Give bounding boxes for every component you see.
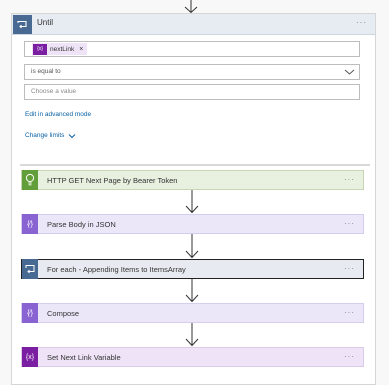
until-title: Until [37, 18, 54, 27]
action-compose[interactable]: {⁄} Compose ··· [21, 303, 364, 323]
connector-arrow [185, 323, 199, 347]
condition-compare-input[interactable]: Choose a value [24, 84, 360, 100]
connector-arrow [185, 190, 199, 214]
compare-placeholder: Choose a value [31, 88, 77, 95]
change-limits-link[interactable]: Change limits [25, 132, 76, 139]
edit-advanced-mode-link[interactable]: Edit in advanced mode [25, 111, 91, 118]
operator-selected: is equal to [31, 68, 61, 75]
compose-braces-icon: {⁄} [22, 303, 38, 323]
action-label: For each - Appending Items to ItemsArray [47, 264, 186, 274]
variable-icon: {x} [22, 347, 38, 367]
action-menu-button[interactable]: ··· [344, 352, 355, 361]
chevron-down-icon [344, 69, 355, 75]
action-http-get[interactable]: HTTP GET Next Page by Bearer Token ··· [21, 170, 364, 190]
action-menu-button[interactable]: ··· [344, 175, 355, 184]
change-limits-label: Change limits [25, 132, 65, 139]
action-menu-button[interactable]: ··· [344, 264, 355, 273]
until-header[interactable]: Until ··· [12, 14, 375, 35]
action-label: Parse Body in JSON [47, 219, 116, 229]
until-menu-button[interactable]: ··· [356, 18, 367, 27]
action-label: Compose [47, 308, 80, 318]
condition-value-field[interactable]: {x} nextLink × [24, 41, 360, 57]
action-menu-button[interactable]: ··· [344, 308, 355, 317]
action-set-variable[interactable]: {x} Set Next Link Variable ··· [21, 347, 364, 367]
connector-arrow [185, 234, 199, 259]
loop-icon [22, 259, 38, 279]
operator-dropdown[interactable]: is equal to [24, 64, 360, 80]
lightbulb-icon [22, 170, 38, 190]
variable-braces-icon: {⁄} [22, 214, 38, 234]
action-menu-button[interactable]: ··· [344, 219, 355, 228]
variable-icon: {x} [33, 43, 47, 55]
action-label: HTTP GET Next Page by Bearer Token [47, 175, 178, 185]
connector-arrow-top [184, 0, 198, 14]
until-loop-card: Until ··· {x} nextLink × is equal to Cho… [11, 13, 376, 385]
loop-icon [13, 15, 32, 34]
action-label: Set Next Link Variable [47, 352, 121, 362]
action-parse-json[interactable]: {⁄} Parse Body in JSON ··· [21, 214, 364, 234]
remove-token-icon[interactable]: × [79, 46, 83, 53]
action-for-each[interactable]: For each - Appending Items to ItemsArray… [21, 259, 364, 279]
connector-arrow [185, 279, 199, 303]
token-label: nextLink [50, 45, 75, 53]
chevron-down-icon [69, 133, 76, 138]
section-divider [20, 164, 370, 166]
dynamic-content-token[interactable]: {x} nextLink × [32, 43, 88, 55]
flow-canvas: Until ··· {x} nextLink × is equal to Cho… [0, 0, 389, 385]
